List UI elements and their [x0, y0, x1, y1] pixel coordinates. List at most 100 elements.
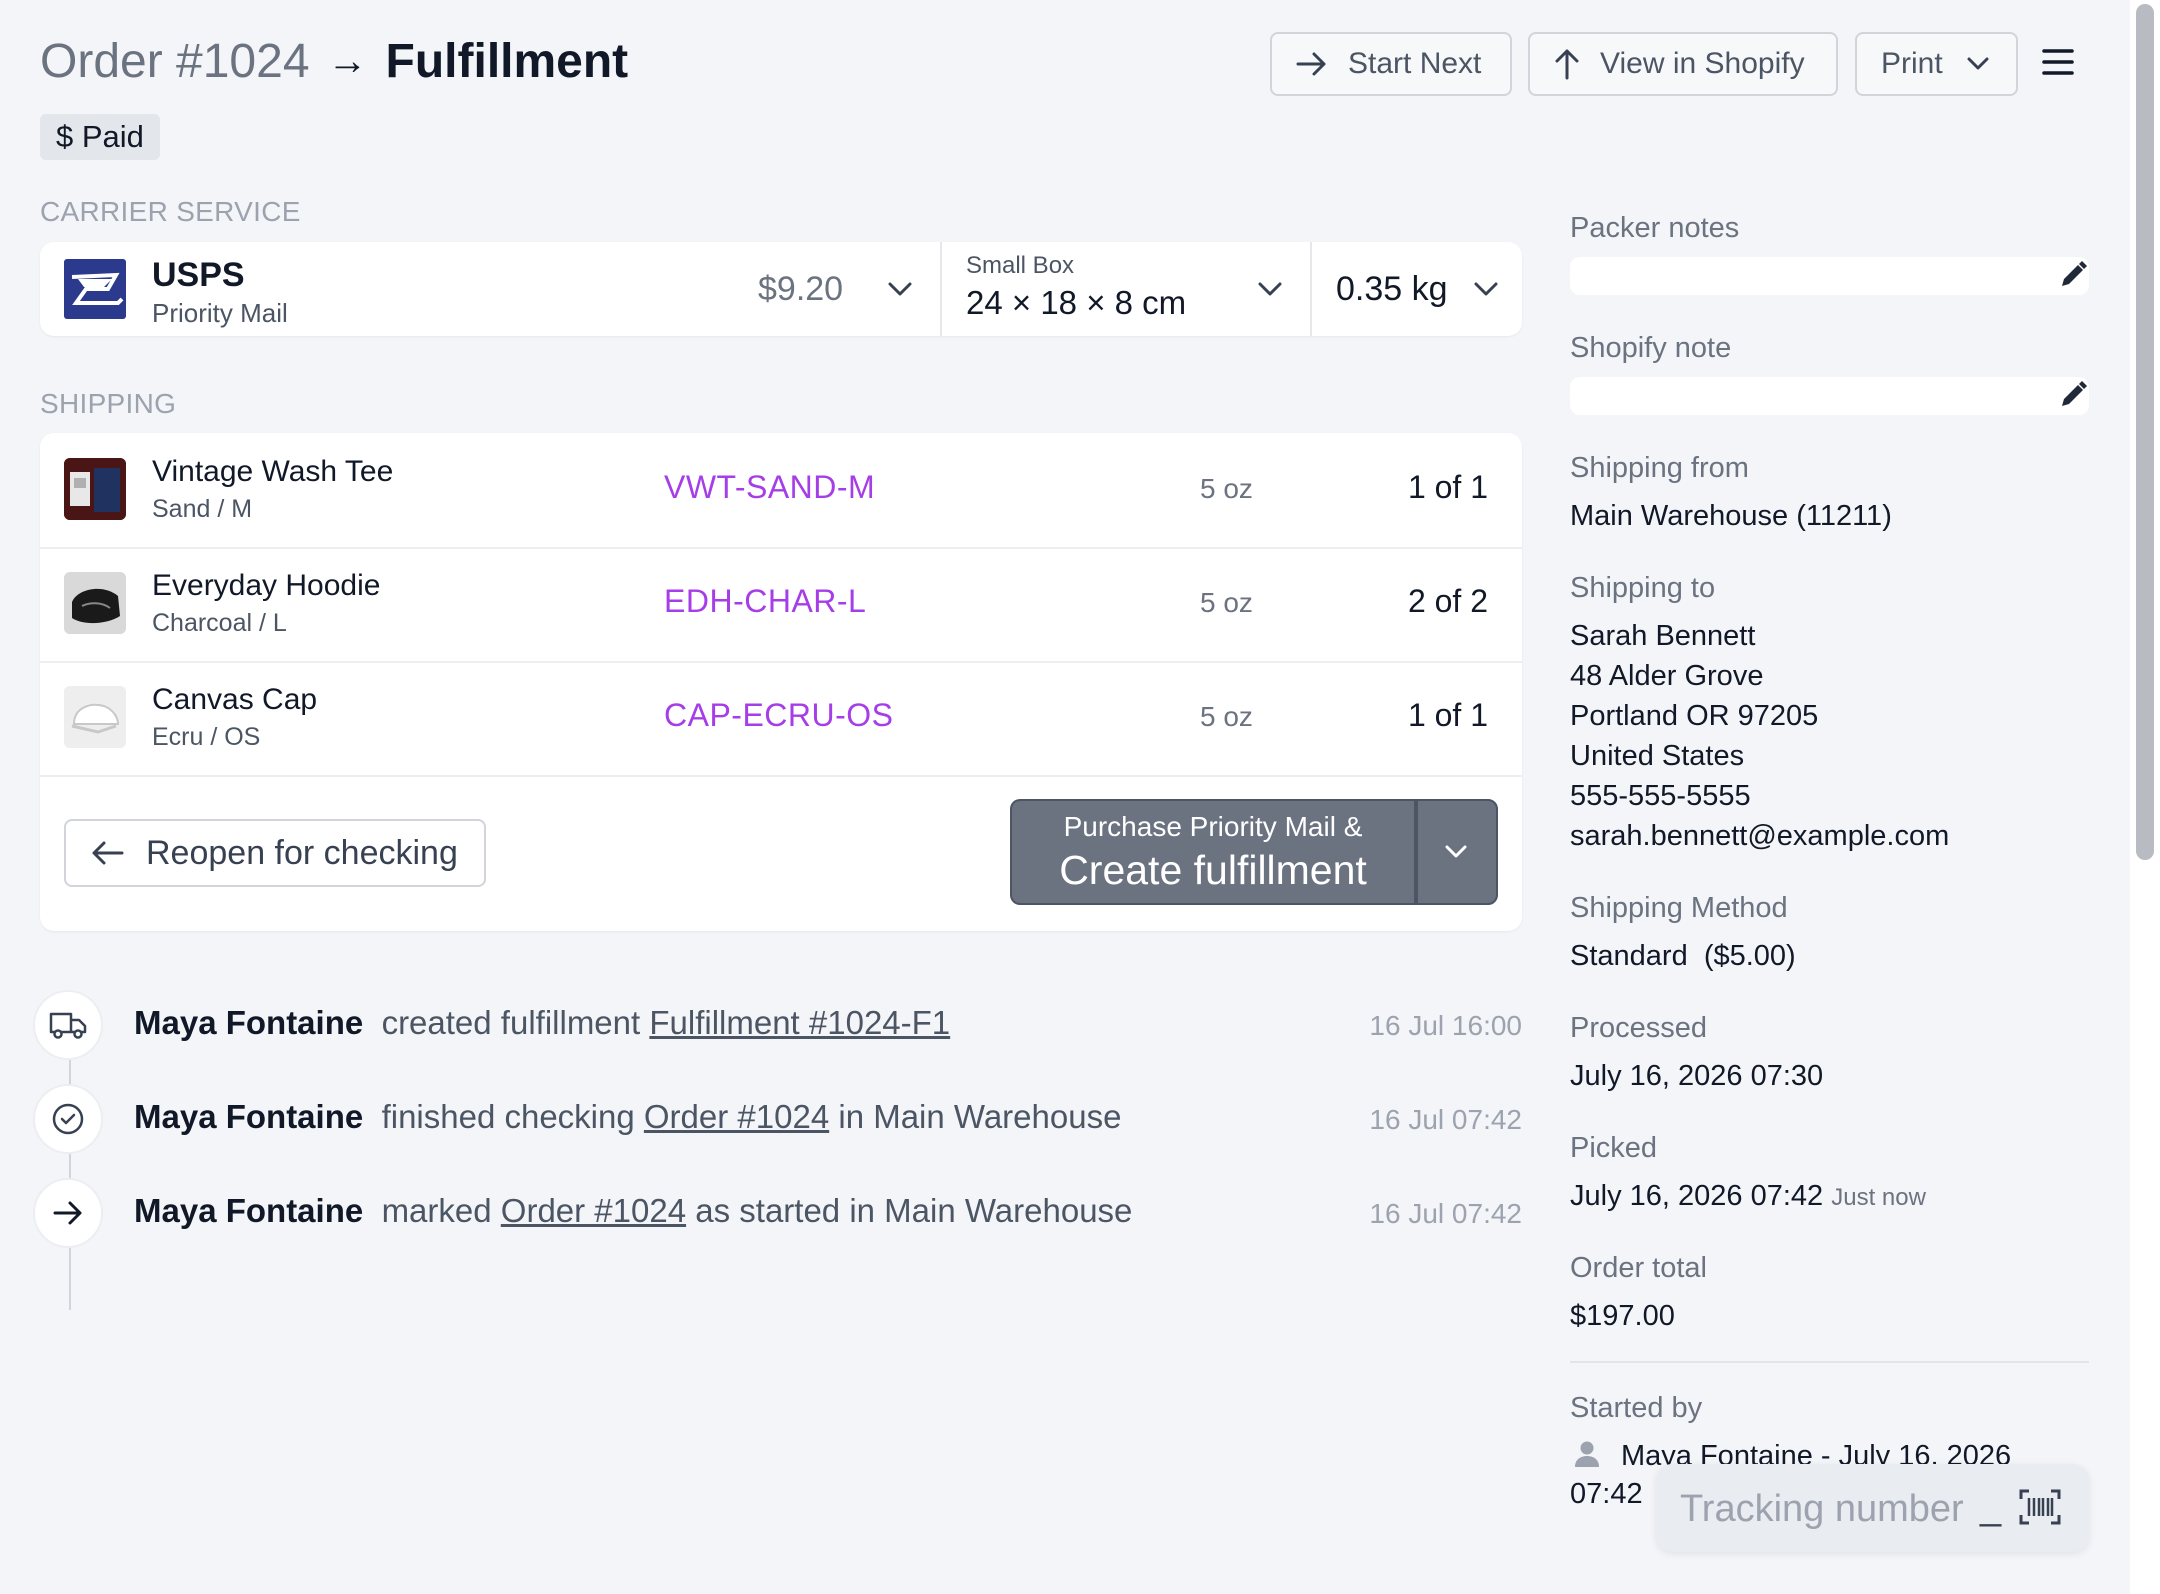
arrow-right-icon [33, 1178, 103, 1248]
barcode-scan-icon[interactable] [2019, 1489, 2061, 1525]
item-quantity: 1 of 1 [1407, 469, 1488, 505]
shipping-to-label: Shipping to [1570, 572, 1716, 604]
processed-label: Processed [1570, 1012, 1708, 1044]
item-sku: CAP-ECRU-OS [664, 697, 894, 733]
package-weight: 0.35 kg [1336, 270, 1448, 308]
arrow-right-icon [1296, 50, 1328, 78]
timeline-user: Maya Fontaine [134, 1192, 364, 1229]
processed-value: July 16, 2026 07:30 [1570, 1060, 1824, 1092]
shipping-method-label: Shipping Method [1570, 892, 1788, 924]
item-weight: 5 oz [1200, 701, 1253, 732]
product-thumbnail [64, 686, 126, 748]
address-phone: 555-555-5555 [1570, 780, 1751, 812]
item-variant: Ecru / OS [152, 723, 261, 751]
paid-status-label: $ Paid [56, 119, 144, 154]
timeline-entry: Maya Fontaine marked Order #1024 as star… [134, 1192, 1132, 1230]
shopify-note-field[interactable] [1570, 377, 2089, 415]
carrier-service-card: USPS Priority Mail $9.20 Small Box 24 × … [40, 242, 1522, 336]
print-label: Print [1881, 47, 1943, 80]
pencil-icon[interactable] [2058, 380, 2088, 410]
product-thumbnail [64, 458, 126, 520]
timeline-action: finished checking [381, 1098, 635, 1135]
picked-label: Picked [1570, 1132, 1658, 1164]
item-sku: VWT-SAND-M [664, 469, 876, 505]
address-name: Sarah Bennett [1570, 620, 1756, 652]
shipping-price: $9.20 [758, 270, 844, 308]
chevron-down-icon [888, 282, 912, 298]
picked-value: July 16, 2026 07:42 [1570, 1180, 1824, 1212]
line-item-row[interactable]: Vintage Wash Tee Sand / M VWT-SAND-M 5 o… [40, 433, 1522, 549]
timeline-time: 16 Jul 16:00 [1369, 1010, 1522, 1041]
line-item-row[interactable]: Everyday Hoodie Charcoal / L EDH-CHAR-L … [40, 547, 1522, 663]
shopify-note-label: Shopify note [1570, 332, 1732, 364]
timeline-user: Maya Fontaine [134, 1098, 364, 1135]
timeline-time: 16 Jul 07:42 [1369, 1104, 1522, 1135]
create-fulfillment-label: Create fulfillment [1059, 847, 1367, 893]
box-dimensions: 24 × 18 × 8 cm [966, 284, 1187, 321]
text-cursor: _ [1980, 1486, 2002, 1528]
shipping-method-value: Standard ($5.00) [1570, 940, 1796, 972]
view-in-shopify-button[interactable]: View in Shopify [1528, 32, 1838, 96]
chevron-down-icon [1967, 57, 1989, 71]
item-weight: 5 oz [1200, 587, 1253, 618]
item-sku: EDH-CHAR-L [664, 583, 867, 619]
item-name: Canvas Cap [152, 683, 318, 716]
timeline-action-suffix: as started in Main Warehouse [695, 1192, 1133, 1229]
carrier-name: USPS [152, 256, 245, 294]
breadcrumb-arrow: → [327, 39, 368, 83]
user-icon [1574, 1440, 1600, 1468]
timeline-action-suffix: in Main Warehouse [838, 1098, 1122, 1135]
timeline-time: 16 Jul 07:42 [1369, 1198, 1522, 1229]
weight-selector[interactable]: 0.35 kg [1312, 242, 1522, 336]
chevron-down-icon [1474, 282, 1498, 298]
carrier-selector[interactable]: USPS Priority Mail $9.20 [40, 242, 940, 336]
start-next-label: Start Next [1348, 47, 1482, 80]
usps-logo-icon [64, 259, 126, 319]
arrow-left-icon [90, 839, 124, 867]
fulfillment-link[interactable]: Fulfillment #1024-F1 [649, 1004, 950, 1041]
shipping-from-value: Main Warehouse (11211) [1570, 500, 1892, 532]
order-total-value: $197.00 [1570, 1300, 1675, 1332]
print-dropdown-button[interactable]: Print [1855, 32, 2018, 96]
timeline-entry: Maya Fontaine finished checking Order #1… [134, 1098, 1121, 1136]
item-name: Everyday Hoodie [152, 569, 381, 602]
reopen-label: Reopen for checking [146, 833, 458, 872]
started-by-label: Started by [1570, 1392, 1703, 1424]
service-name: Priority Mail [152, 298, 288, 328]
purchase-label: Purchase Priority Mail & [1063, 811, 1363, 842]
order-link[interactable]: Order #1024 [644, 1098, 829, 1135]
fulfillment-options-dropdown[interactable] [1414, 799, 1498, 905]
shipping-card: Vintage Wash Tee Sand / M VWT-SAND-M 5 o… [40, 433, 1522, 931]
item-variant: Sand / M [152, 495, 253, 523]
product-thumbnail [64, 572, 126, 634]
shipping-to-address: Sarah Bennett 48 Alder Grove Portland OR… [1570, 616, 1949, 856]
started-by-time: 07:42 [1570, 1478, 1643, 1510]
page-heading: Order #1024 → Fulfillment [40, 34, 628, 89]
paid-status-badge: $ Paid [40, 114, 160, 160]
picked-relative-time: Just now [1831, 1184, 1926, 1211]
item-variant: Charcoal / L [152, 609, 287, 637]
packer-notes-label: Packer notes [1570, 212, 1740, 244]
hamburger-menu-icon[interactable] [2042, 48, 2074, 80]
check-circle-icon [33, 1084, 103, 1154]
chevron-down-icon [1258, 282, 1282, 298]
view-in-shopify-label: View in Shopify [1600, 47, 1805, 80]
box-label: Small Box [966, 252, 1075, 279]
reopen-for-checking-button[interactable]: Reopen for checking [64, 819, 486, 887]
item-quantity: 1 of 1 [1407, 697, 1488, 733]
start-next-button[interactable]: Start Next [1270, 32, 1512, 96]
line-item-row[interactable]: Canvas Cap Ecru / OS CAP-ECRU-OS 5 oz 1 … [40, 661, 1522, 777]
order-total-label: Order total [1570, 1252, 1707, 1284]
tracking-number-input[interactable]: Tracking number _ [1656, 1464, 2089, 1552]
box-selector[interactable]: Small Box 24 × 18 × 8 cm [942, 242, 1310, 336]
packer-notes-field[interactable] [1570, 257, 2089, 295]
shipping-section-label: SHIPPING [40, 388, 177, 419]
order-link[interactable]: Order #1024 [501, 1192, 686, 1229]
timeline-action: created fulfillment [381, 1004, 641, 1041]
address-city: Portland OR 97205 [1570, 700, 1819, 732]
pencil-icon[interactable] [2058, 260, 2088, 290]
create-fulfillment-button[interactable]: Purchase Priority Mail & Create fulfillm… [1010, 799, 1414, 905]
shipping-from-label: Shipping from [1570, 452, 1749, 484]
scrollbar-thumb[interactable] [2136, 4, 2154, 860]
item-name: Vintage Wash Tee [152, 455, 394, 488]
